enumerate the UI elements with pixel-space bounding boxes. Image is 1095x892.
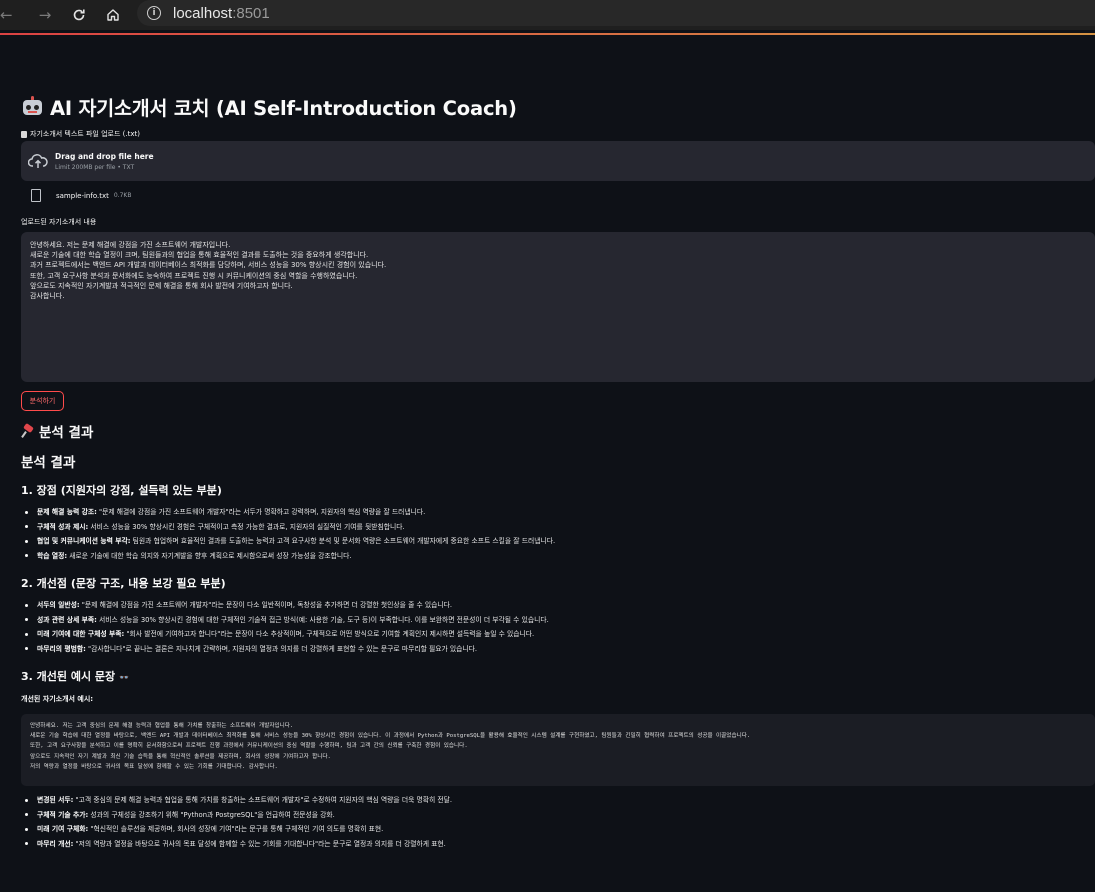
dropzone-text: Drag and drop file here [55,152,154,161]
list-item: 구체적 기술 추가: 성과의 구체성을 강조하기 위해 "Python과 Pos… [24,810,452,825]
list-item-text: "문제 해결에 강점을 가진 소프트웨어 개발자"라는 서두가 명확하고 강력하… [96,508,426,516]
file-icon [31,189,41,202]
back-arrow-icon[interactable]: ← [0,4,14,26]
list-item-text: 성과의 구체성을 강조하기 위해 "Python과 PostgreSQL"을 언… [88,810,335,819]
list-item-text: "저의 역량과 열정을 바탕으로 귀사의 목표 달성에 함께할 수 있는 기회를… [73,839,446,848]
list-item: 협업 및 커뮤니케이션 능력 부각: 팀원과 협업하며 효율적인 결과를 도출하… [24,536,556,551]
list-item: 미래 기여에 대한 구체성 부족: "회사 발전에 기여하고자 합니다"라는 문… [25,629,549,644]
improvements-list: 서두의 일반성: "문제 해결에 강점을 가진 소프트웨어 개발자"라는 문장이… [25,600,549,659]
list-item-text: "혁신적인 솔루션을 제공하며, 회사의 성장에 기여"라는 문구를 통해 구체… [88,825,384,834]
list-item-lead: 마무리의 평범함: [37,644,86,653]
home-icon[interactable] [102,4,124,26]
list-item-lead: 구체적 기술 추가: [37,810,89,819]
results-subheading: 분석 결과 [21,455,76,471]
robot-icon [21,95,44,118]
list-item-lead: 구체적 성과 제시: [37,522,89,531]
list-item: 서두의 일반성: "문제 해결에 강점을 가진 소프트웨어 개발자"라는 문장이… [25,600,549,615]
summary-list: 변경된 서두: "고객 중심의 문제 해결 능력과 협업을 통해 가치를 창출하… [24,795,453,854]
upload-label-text: 자기소개서 텍스트 파일 업로드 (.txt) [30,130,140,138]
content-textarea[interactable]: 안녕하세요. 저는 문제 해결에 강점을 가진 소프트웨어 개발자입니다. 새로… [21,232,1095,382]
file-size: 0.7KB [113,192,132,199]
section-improvements-title: 2. 개선점 (문장 구조, 내용 보강 필요 부분) [21,577,226,590]
list-item: 미래 기여 구체화: "혁신적인 솔루션을 제공하며, 회사의 성장에 기여"라… [24,824,452,839]
section-strengths-title: 1. 장점 (지원자의 강점, 설득력 있는 부분) [21,484,222,497]
list-item-text: 새로운 기술에 대한 학습 의지와 자기계발을 향후 계획으로 제시함으로써 성… [67,551,352,560]
address-bar[interactable]: i localhost:8501 [137,0,1095,26]
list-item: 마무리 개선: "저의 역량과 열정을 바탕으로 귀사의 목표 달성에 함께할 … [24,839,452,854]
list-item-lead: 마무리 개선: [37,839,74,848]
page-title-text: AI 자기소개서 코치 (AI Self-Introduction Coach) [50,97,517,120]
url-host: localhost [173,4,233,22]
list-item-text: "감사합니다"로 끝나는 결론은 지나치게 간략하며, 지원자의 열정과 의지를… [85,644,478,653]
dropzone-limit: Limit 200MB per file • TXT [55,164,135,171]
glasses-icon: 👓 [119,673,130,682]
reload-icon[interactable] [68,4,90,26]
list-item-text: 팀원과 협업하며 효율적인 결과를 도출하는 능력과 고객 요구사항 분석 및 … [130,537,556,546]
list-item-lead: 미래 기여에 대한 구체성 부족: [37,630,125,639]
list-item-text: "문제 해결에 강점을 가진 소프트웨어 개발자"라는 문장이 다소 일반적이며… [79,601,453,609]
list-item-text: "고객 중심의 문제 해결 능력과 협업을 통해 가치를 창출하는 소프트웨어 … [73,796,453,804]
analyze-button[interactable]: 분석하기 [21,391,64,411]
pushpin-icon [21,422,34,438]
results-heading-text: 분석 결과 [39,425,94,441]
file-dropzone[interactable]: Drag and drop file here Limit 200MB per … [21,141,1095,181]
list-item: 변경된 서두: "고객 중심의 문제 해결 능력과 협업을 통해 가치를 창출하… [24,795,453,810]
list-item-lead: 서두의 일반성: [37,601,80,609]
document-icon [21,130,27,138]
list-item: 문제 해결 능력 강조: "문제 해결에 강점을 가진 소프트웨어 개발자"라는… [24,507,555,522]
list-item-lead: 미래 기여 구체화: [37,825,89,834]
example-code-block: 안녕하세요. 저는 고객 중심의 문제 해결 능력과 협업을 통해 가치를 창출… [21,714,1095,786]
list-item-text: "회사 발전에 기여하고자 합니다"라는 문장이 다소 추상적이며, 구체적으로… [124,630,535,639]
url-port: :8501 [232,4,270,22]
uploaded-file: sample-info.txt 0.7KB [31,189,131,202]
list-item: 성과 관련 상세 부족: 서비스 성능을 30% 향상시킨 경험에 대한 구체적… [25,615,549,630]
browser-toolbar: ← → i localhost:8501 [0,0,1095,30]
strengths-list: 문제 해결 능력 강조: "문제 해결에 강점을 가진 소프트웨어 개발자"라는… [24,507,556,566]
content-label: 업로드된 자기소개서 내용 [21,218,97,226]
list-item-lead: 협업 및 커뮤니케이션 능력 부각: [37,537,131,546]
section-example-title-text: 3. 개선된 예시 문장 [21,670,116,683]
list-item: 학습 열정: 새로운 기술에 대한 학습 의지와 자기계발을 향후 계획으로 제… [24,551,555,566]
list-item: 구체적 성과 제시: 서비스 성능을 30% 향상시킨 경험은 구체적이고 측정… [24,522,555,537]
section-example-title: 3. 개선된 예시 문장 👓 [21,668,129,684]
file-name: sample-info.txt [56,191,109,200]
site-info-icon[interactable]: i [147,6,161,20]
list-item-text: 서비스 성능을 30% 향상시킨 경험은 구체적이고 측정 가능한 결과로, 지… [88,522,405,531]
list-item: 마무리의 평범함: "감사합니다"로 끝나는 결론은 지나치게 간략하며, 지원… [25,644,549,659]
example-label: 개선된 자기소개서 예시: [21,695,94,703]
app-decoration-bar [0,33,1095,35]
upload-label: 자기소개서 텍스트 파일 업로드 (.txt) [21,129,140,139]
forward-arrow-icon[interactable]: → [34,4,56,26]
results-heading: 분석 결과 [21,421,93,441]
list-item-lead: 학습 열정: [37,551,68,560]
page-title: AI 자기소개서 코치 (AI Self-Introduction Coach) [21,92,517,121]
cloud-upload-icon [28,154,48,168]
list-item-text: 서비스 성능을 30% 향상시킨 경험에 대한 구체적인 기술적 접근 방식(예… [96,615,549,624]
list-item-lead: 문제 해결 능력 강조: [37,508,97,516]
list-item-lead: 변경된 서두: [37,796,74,804]
list-item-lead: 성과 관련 상세 부족: [37,615,97,624]
